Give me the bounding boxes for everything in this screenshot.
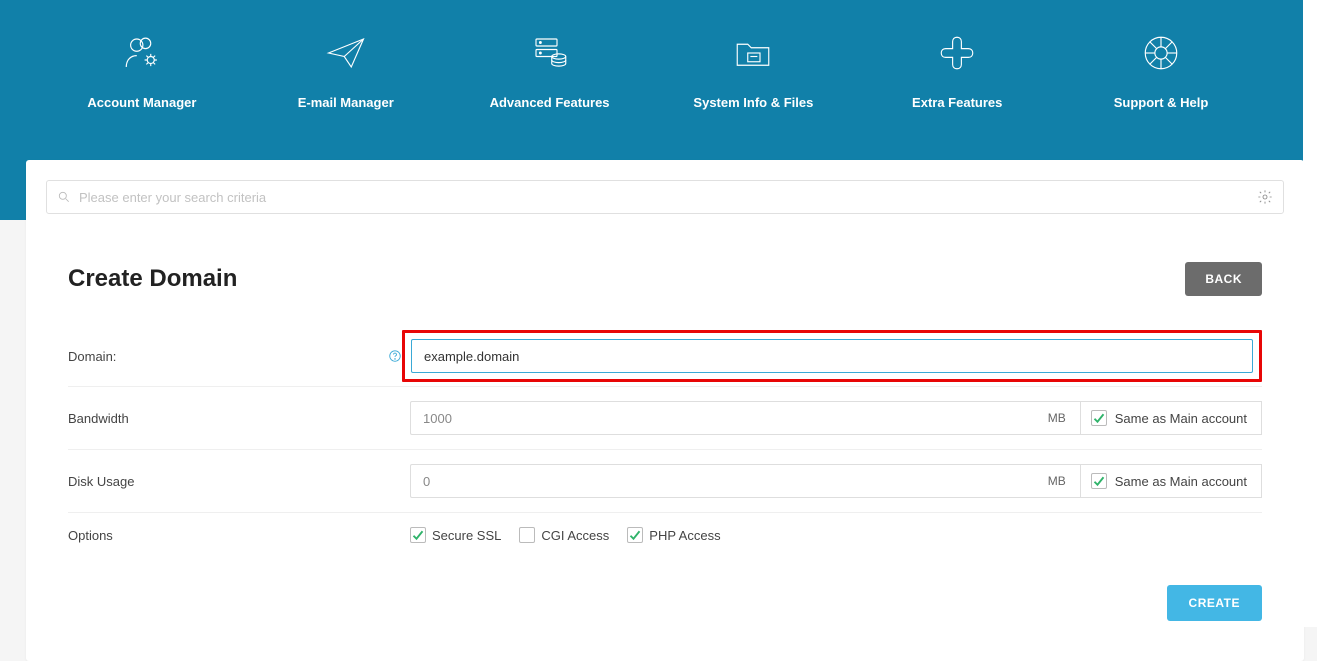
disk-same-checkbox[interactable] xyxy=(1091,473,1107,489)
bandwidth-same-checkbox[interactable] xyxy=(1091,410,1107,426)
lifebuoy-icon xyxy=(1140,32,1182,95)
bandwidth-same-label: Same as Main account xyxy=(1115,411,1247,426)
users-gear-icon xyxy=(121,32,163,95)
nav-system-info[interactable]: System Info & Files xyxy=(666,32,841,110)
opt-secure-ssl-checkbox[interactable] xyxy=(410,527,426,543)
page-title: Create Domain xyxy=(68,265,237,293)
paper-plane-icon xyxy=(325,32,367,95)
nav-advanced-features-label: Advanced Features xyxy=(490,95,610,110)
server-db-icon xyxy=(529,32,571,95)
opt-secure-ssl[interactable]: Secure SSL xyxy=(410,527,501,543)
opt-php-access-checkbox[interactable] xyxy=(627,527,643,543)
bandwidth-input[interactable] xyxy=(410,401,1034,435)
nav-account-manager-label: Account Manager xyxy=(87,95,196,110)
plus-icon xyxy=(936,32,978,95)
search-input[interactable] xyxy=(79,190,1257,205)
disk-unit: MB xyxy=(1034,464,1081,498)
nav-email-manager[interactable]: E-mail Manager xyxy=(258,32,433,110)
opt-cgi-access-checkbox[interactable] xyxy=(519,527,535,543)
label-options: Options xyxy=(68,528,410,543)
nav-account-manager[interactable]: Account Manager xyxy=(54,32,229,110)
opt-php-access[interactable]: PHP Access xyxy=(627,527,720,543)
nav-extra-features-label: Extra Features xyxy=(912,95,1002,110)
nav-system-info-label: System Info & Files xyxy=(693,95,813,110)
label-domain: Domain: xyxy=(68,349,410,364)
gear-icon[interactable] xyxy=(1257,189,1273,205)
main-panel: Create Domain BACK Domain: Bandwidth MB xyxy=(26,160,1304,661)
nav-email-manager-label: E-mail Manager xyxy=(298,95,394,110)
label-bandwidth: Bandwidth xyxy=(68,411,410,426)
disk-same-as[interactable]: Same as Main account xyxy=(1081,464,1262,498)
nav-support-help[interactable]: Support & Help xyxy=(1074,32,1249,110)
bandwidth-same-as[interactable]: Same as Main account xyxy=(1081,401,1262,435)
opt-secure-ssl-label: Secure SSL xyxy=(432,528,501,543)
domain-highlight-box xyxy=(402,330,1262,382)
create-button[interactable]: CREATE xyxy=(1167,585,1262,621)
search-icon xyxy=(57,190,71,204)
domain-input[interactable] xyxy=(411,339,1253,373)
disk-same-label: Same as Main account xyxy=(1115,474,1247,489)
opt-cgi-access[interactable]: CGI Access xyxy=(519,527,609,543)
opt-cgi-access-label: CGI Access xyxy=(541,528,609,543)
window-right-edge xyxy=(1303,0,1317,627)
search-bar xyxy=(46,180,1284,214)
disk-input[interactable] xyxy=(410,464,1034,498)
help-icon[interactable] xyxy=(388,349,402,363)
folder-file-icon xyxy=(732,32,774,95)
nav-extra-features[interactable]: Extra Features xyxy=(870,32,1045,110)
nav-support-help-label: Support & Help xyxy=(1114,95,1209,110)
label-disk-usage: Disk Usage xyxy=(68,474,410,489)
nav-advanced-features[interactable]: Advanced Features xyxy=(462,32,637,110)
opt-php-access-label: PHP Access xyxy=(649,528,720,543)
bandwidth-unit: MB xyxy=(1034,401,1081,435)
back-button[interactable]: BACK xyxy=(1185,262,1262,296)
